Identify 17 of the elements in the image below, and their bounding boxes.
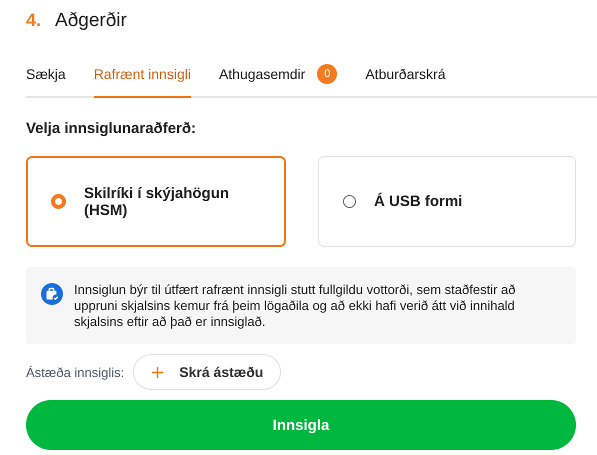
radio-button[interactable] xyxy=(343,195,356,208)
reason-label: Ástæða innsiglis: xyxy=(26,364,124,380)
plus-icon xyxy=(152,366,164,378)
briefcase-check-icon xyxy=(41,283,63,305)
method-option[interactable]: Skilríki í skýjahögun (HSM) xyxy=(26,156,286,247)
method-option[interactable]: Á USB formi xyxy=(318,156,576,247)
section-title: Aðgerðir xyxy=(55,10,127,32)
info-text: Innsiglun býr til útfært rafrænt innsigli stutt fullgildu vottorði, sem staðfestir að uppruni skjalsins kemur frá þeim lögaðila og að ekki hafi verið átt við innihald skjalsins eftir að það er innsiglað. xyxy=(74,282,516,330)
section-number: 4. xyxy=(26,10,42,31)
add-reason-button[interactable]: Skrá ástæðu xyxy=(133,354,282,390)
tab[interactable]: Rafrænt innsigli xyxy=(94,60,191,98)
tab[interactable]: Athugasemdir 0 xyxy=(218,60,338,98)
tab[interactable]: Atburðarskrá xyxy=(365,60,446,98)
tab[interactable]: Sækja xyxy=(26,60,66,98)
count-badge: 0 xyxy=(317,64,338,84)
radio-button[interactable] xyxy=(51,194,66,209)
method-label: Velja innsiglunaraðferð: xyxy=(26,120,198,137)
